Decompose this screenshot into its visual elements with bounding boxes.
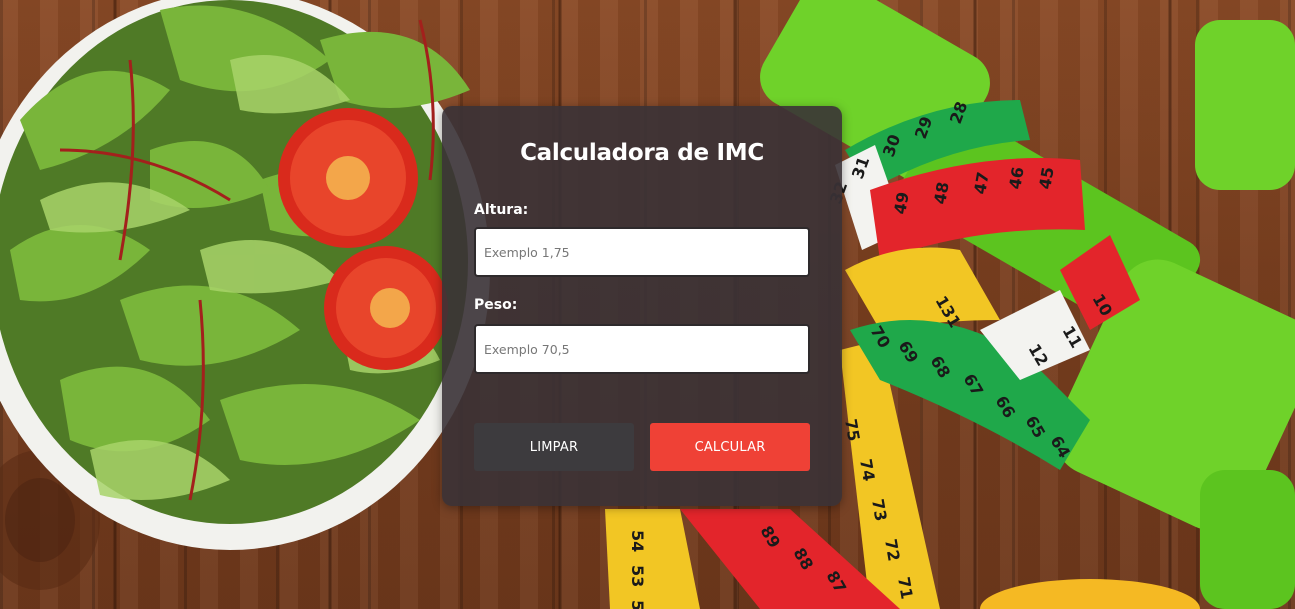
weight-label: Peso: — [474, 297, 518, 313]
svg-text:53: 53 — [628, 565, 647, 587]
salad-bowl-image — [0, 0, 490, 550]
svg-text:45: 45 — [1035, 165, 1058, 190]
svg-text:72: 72 — [881, 537, 904, 562]
weight-input[interactable] — [474, 324, 810, 374]
svg-text:46: 46 — [1005, 165, 1028, 190]
clear-button[interactable]: LIMPAR — [474, 423, 634, 471]
svg-text:47: 47 — [970, 170, 993, 195]
calculate-button[interactable]: CALCULAR — [650, 423, 810, 471]
bmi-calculator-card: Calculadora de IMC Altura: Peso: LIMPAR … — [442, 106, 842, 506]
svg-text:48: 48 — [930, 180, 953, 205]
height-input[interactable] — [474, 227, 810, 277]
calculator-title: Calculadora de IMC — [520, 140, 764, 166]
svg-text:73: 73 — [868, 497, 891, 522]
svg-text:75: 75 — [841, 417, 864, 442]
svg-text:49: 49 — [890, 190, 913, 215]
svg-text:74: 74 — [856, 457, 879, 482]
svg-text:71: 71 — [894, 575, 917, 600]
page: 28 29 30 31 32 45 46 47 48 49 131 11 12 … — [0, 0, 1295, 609]
height-label: Altura: — [474, 202, 529, 218]
svg-text:52: 52 — [628, 600, 647, 609]
svg-text:54: 54 — [628, 530, 647, 552]
